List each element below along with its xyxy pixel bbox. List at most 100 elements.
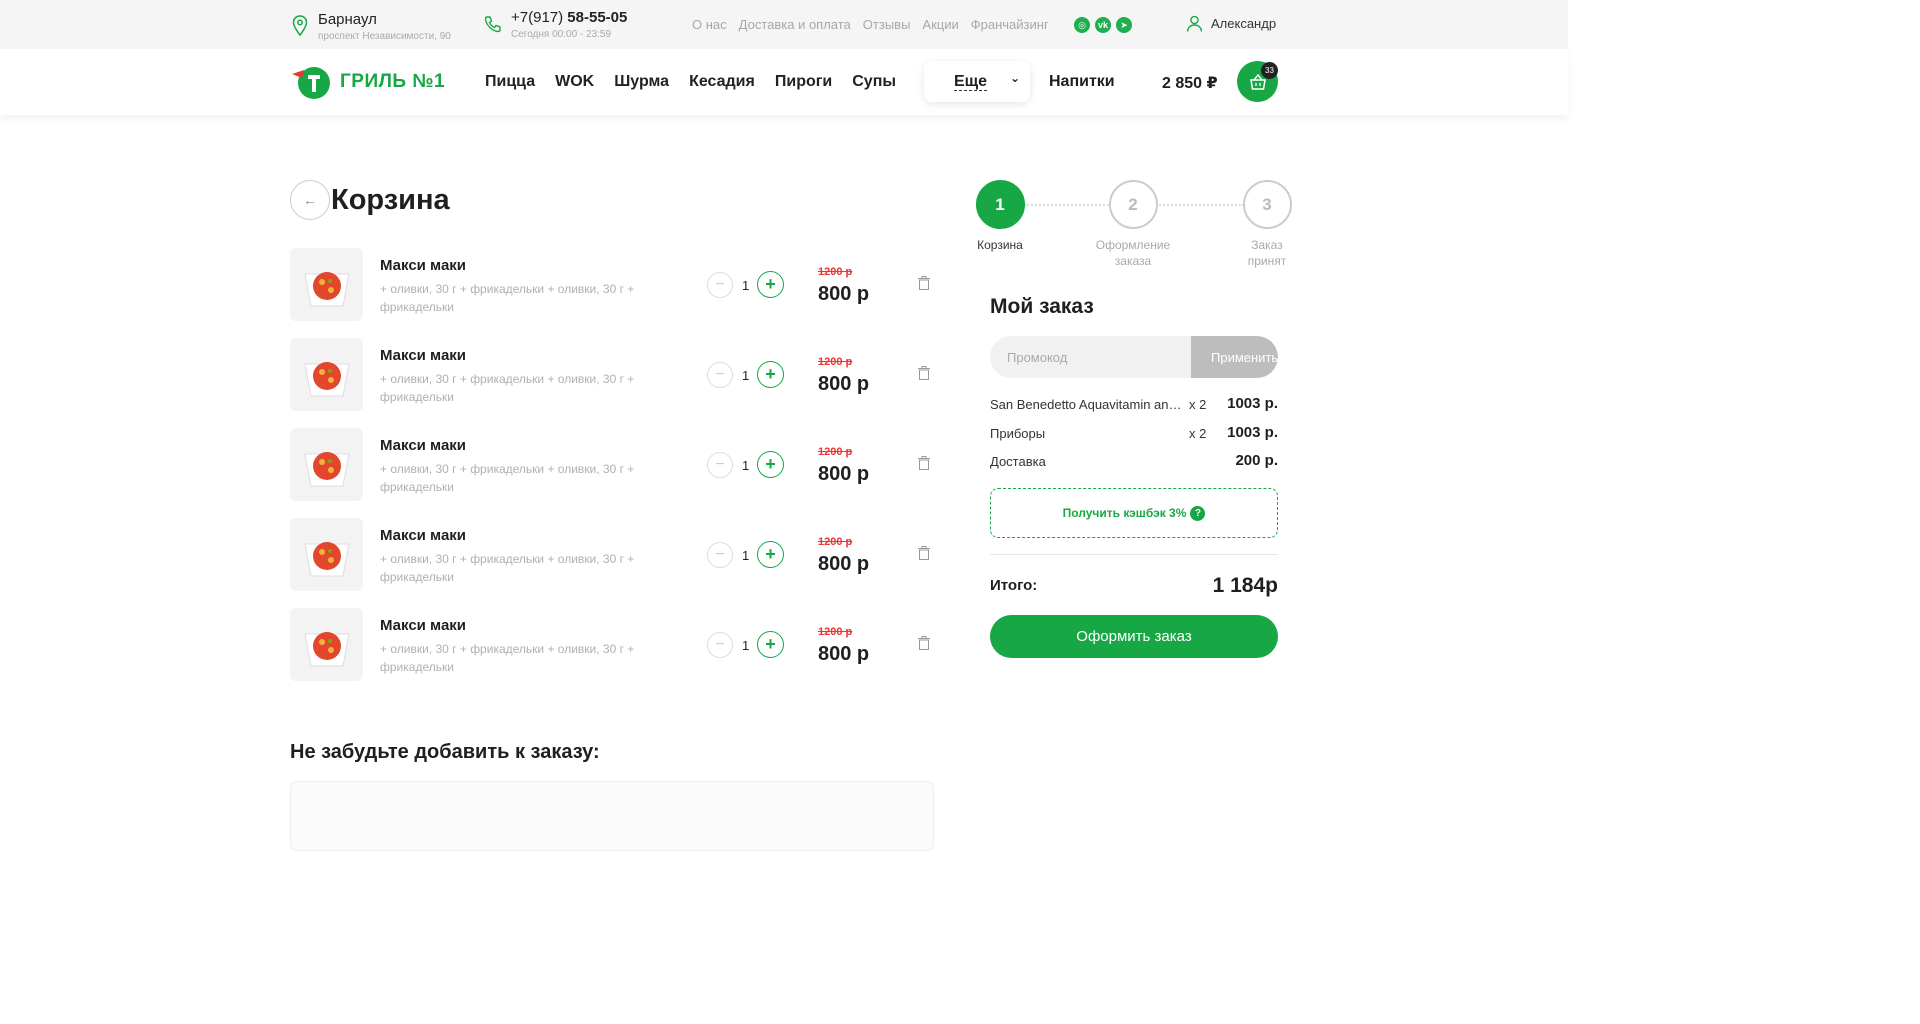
item-options: + оливки, 30 г + фрикадельки + оливки, 3…	[380, 372, 635, 404]
item-quantity: 1	[742, 278, 750, 293]
phone-number[interactable]: +7(917) 58-55-05	[511, 9, 627, 26]
trash-icon[interactable]	[918, 636, 930, 650]
product-image[interactable]	[290, 428, 363, 501]
instagram-icon[interactable]: ◎	[1074, 17, 1090, 33]
chevron-down-icon: ⌄	[1010, 71, 1021, 85]
step-number: 2	[1108, 180, 1158, 229]
cart-total[interactable]: 2 850 ₽	[1162, 73, 1218, 93]
question-icon[interactable]: ?	[1190, 505, 1206, 521]
step-cart: 1 Корзина	[950, 180, 1050, 253]
nav-soups[interactable]: Супы	[852, 73, 896, 91]
nav-link-promos[interactable]: Акции	[922, 17, 958, 32]
order-row-price: 200 р.	[1235, 452, 1278, 469]
item-quantity: 1	[742, 458, 750, 473]
item-options: + оливки, 30 г + фрикадельки + оливки, 3…	[380, 642, 635, 674]
nav-pies[interactable]: Пироги	[775, 73, 832, 91]
step-label: Заказ принят	[1247, 238, 1287, 268]
order-row: Доставка 200 р.	[990, 452, 1278, 472]
total-label: Итого:	[990, 577, 1038, 594]
order-row-name: Доставка	[990, 454, 1046, 469]
more-dropdown[interactable]: Еще ⌄	[924, 61, 1030, 102]
old-price: 1200 р	[818, 356, 853, 368]
arrow-left-icon: ←	[303, 192, 317, 208]
nav-wok[interactable]: WOK	[555, 73, 594, 91]
promo-form: Применить	[990, 336, 1278, 378]
phone-main: 58-55-05	[567, 9, 628, 26]
item-name: Макси маки	[380, 527, 467, 544]
apply-promo-button[interactable]: Применить	[1191, 336, 1278, 378]
logo-text: ГРИЛЬ №1	[340, 71, 446, 92]
increase-button[interactable]: +	[757, 541, 784, 568]
item-price: 800 р	[818, 643, 870, 665]
cart-item: Макси маки + оливки, 30 г + фрикадельки …	[290, 428, 934, 502]
old-price: 1200 р	[818, 536, 853, 548]
city-name: Барнаул	[318, 11, 377, 28]
item-options: + оливки, 30 г + фрикадельки + оливки, 3…	[380, 462, 635, 494]
cart-count-badge: 33	[1261, 62, 1278, 79]
main-header: ГРИЛЬ №1 Пицца WOK Шурма Кесадия Пироги …	[0, 49, 1568, 115]
location-pin-icon	[292, 15, 308, 37]
item-options: + оливки, 30 г + фрикадельки + оливки, 3…	[380, 552, 635, 584]
cashback-button[interactable]: Получить кэшбэк 3% ?	[990, 488, 1278, 538]
trash-icon[interactable]	[918, 546, 930, 560]
product-image[interactable]	[290, 518, 363, 591]
item-name: Макси маки	[380, 257, 467, 274]
step-accepted: 3 Заказ принят	[1217, 180, 1317, 269]
checkout-button[interactable]: Оформить заказ	[990, 615, 1278, 658]
divider	[990, 554, 1278, 555]
working-hours: Сегодня 00:00 - 23:59	[511, 29, 612, 40]
user-icon	[1186, 15, 1203, 32]
order-row-name: San Benedetto Aquavitamin antiox	[990, 397, 1185, 412]
increase-button[interactable]: +	[757, 451, 784, 478]
page-title: Корзина	[331, 184, 450, 216]
step-checkout: 2 Оформление заказа	[1083, 180, 1183, 269]
increase-button[interactable]: +	[757, 271, 784, 298]
nav-drinks[interactable]: Напитки	[1049, 73, 1115, 91]
step-label: Оформление заказа	[1095, 238, 1171, 268]
nav-shurma[interactable]: Шурма	[614, 73, 669, 91]
nav-link-franchise[interactable]: Франчайзинг	[971, 17, 1049, 32]
phone-block[interactable]: +7(917) 58-55-05 Сегодня 00:00 - 23:59	[484, 9, 627, 40]
logo[interactable]: ГРИЛЬ №1	[290, 64, 445, 100]
phone-prefix: +7(917)	[511, 9, 568, 26]
user-account[interactable]: Александр	[1186, 15, 1276, 32]
trash-icon[interactable]	[918, 456, 930, 470]
promo-input[interactable]	[990, 336, 1190, 378]
step-label: Корзина	[977, 238, 1023, 252]
order-row: Приборы x 2 1003 р.	[990, 424, 1278, 444]
order-row-price: 1003 р.	[1227, 424, 1278, 441]
cashback-label: Получить кэшбэк 3%	[1062, 506, 1187, 520]
order-title: Мой заказ	[990, 295, 1094, 318]
trash-icon[interactable]	[918, 276, 930, 290]
product-image[interactable]	[290, 338, 363, 411]
order-row-name: Приборы	[990, 426, 1046, 441]
old-price: 1200 р	[818, 446, 853, 458]
nav-quesadilla[interactable]: Кесадия	[689, 73, 755, 91]
phone-icon	[484, 16, 501, 33]
vk-icon[interactable]: vk	[1095, 17, 1111, 33]
nav-pizza[interactable]: Пицца	[485, 73, 535, 91]
main-nav: Пицца WOK Шурма Кесадия Пироги Супы	[485, 73, 896, 91]
telegram-icon[interactable]: ➤	[1116, 17, 1132, 33]
nav-link-delivery[interactable]: Доставка и оплата	[739, 17, 851, 32]
decrease-button[interactable]: −	[707, 542, 733, 568]
top-bar: Барнаул проспект Независимости, 90 +7(91…	[0, 0, 1568, 49]
product-image[interactable]	[290, 248, 363, 321]
increase-button[interactable]: +	[757, 631, 784, 658]
city-selector[interactable]: Барнаул проспект Независимости, 90	[292, 11, 451, 42]
decrease-button[interactable]: −	[707, 362, 733, 388]
decrease-button[interactable]: −	[707, 272, 733, 298]
order-row-multiplier: x 2	[1189, 397, 1207, 412]
nav-link-reviews[interactable]: Отзывы	[863, 17, 911, 32]
increase-button[interactable]: +	[757, 361, 784, 388]
cart-item: Макси маки + оливки, 30 г + фрикадельки …	[290, 518, 934, 592]
user-name: Александр	[1211, 16, 1277, 31]
more-label: Еще	[954, 73, 988, 91]
product-image[interactable]	[290, 608, 363, 681]
item-name: Макси маки	[380, 347, 467, 364]
nav-link-about[interactable]: О нас	[692, 17, 727, 32]
decrease-button[interactable]: −	[707, 632, 733, 658]
trash-icon[interactable]	[918, 366, 930, 380]
back-button[interactable]: ←	[290, 180, 330, 220]
decrease-button[interactable]: −	[707, 452, 733, 478]
